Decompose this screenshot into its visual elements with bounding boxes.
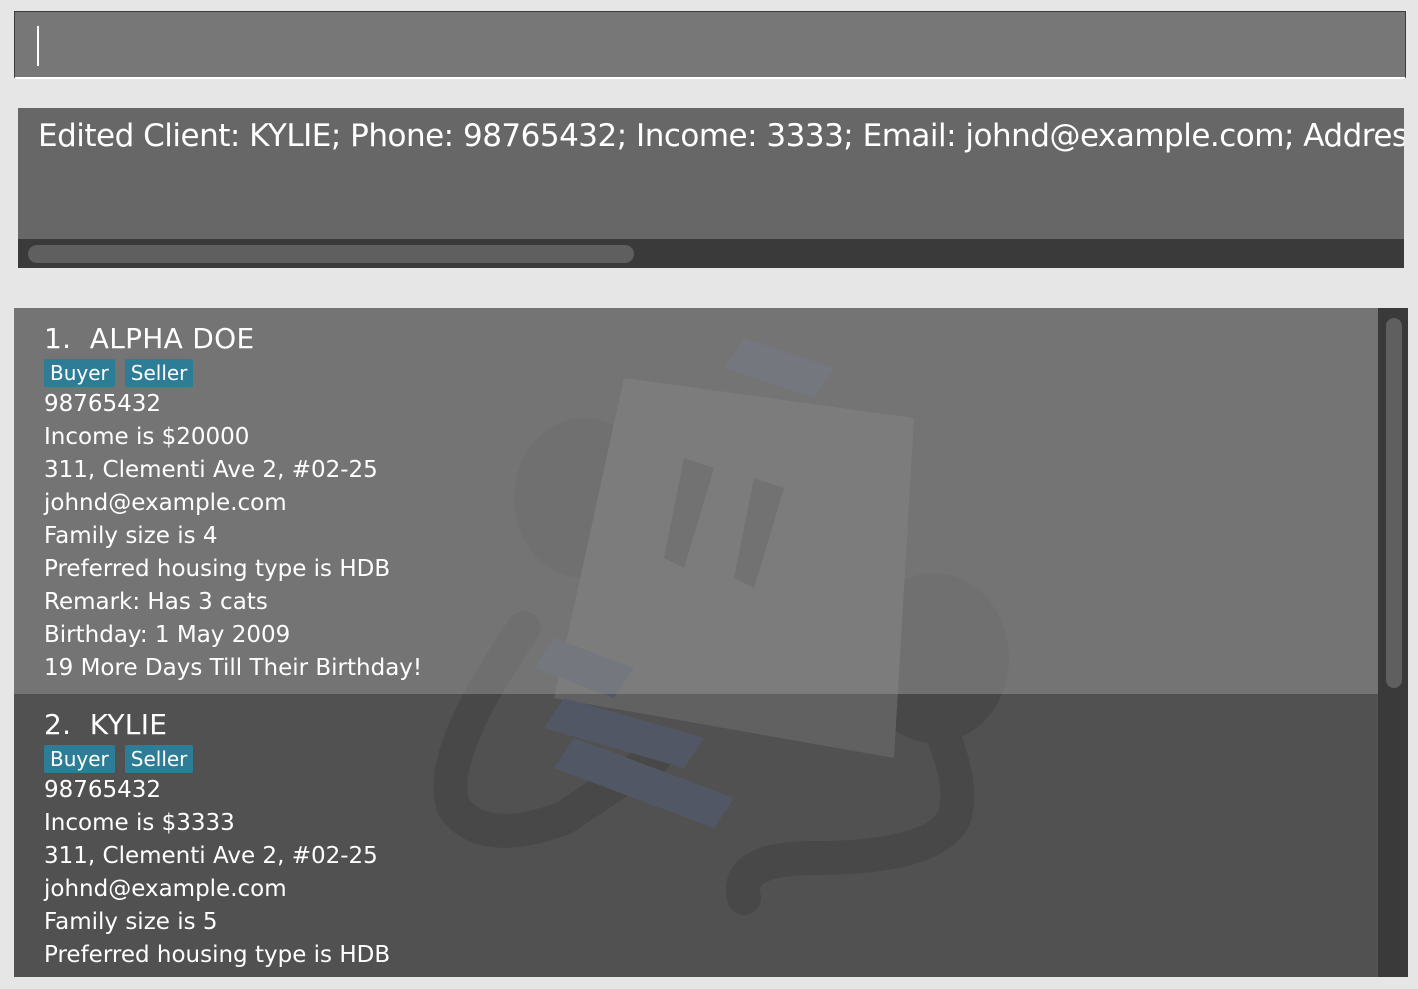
client-income: Income is $20000	[44, 424, 250, 450]
client-phone: 98765432	[44, 777, 162, 803]
tag-buyer: Buyer	[44, 745, 115, 773]
client-birthday: Birthday: 1 May 2009	[44, 622, 291, 648]
client-name: 2. KYLIE	[44, 708, 1378, 744]
vertical-scroll-thumb[interactable]	[1386, 318, 1402, 688]
client-address: 311, Clementi Ave 2, #02-25	[44, 457, 378, 483]
tag-buyer: Buyer	[44, 359, 115, 387]
client-name-text: ALPHA DOE	[89, 322, 255, 355]
text-caret	[37, 26, 39, 66]
result-display: Edited Client: KYLIE; Phone: 98765432; I…	[18, 108, 1404, 268]
client-card[interactable]: 2. KYLIE Buyer Seller 98765432 Income is…	[14, 694, 1378, 977]
client-email: johnd@example.com	[44, 876, 287, 902]
client-email: johnd@example.com	[44, 490, 287, 516]
client-family-size: Family size is 5	[44, 909, 218, 935]
client-index: 2.	[44, 708, 72, 741]
client-index: 1.	[44, 322, 72, 355]
tag-list: Buyer Seller	[44, 358, 1378, 388]
horizontal-scroll-thumb[interactable]	[28, 245, 634, 263]
client-address: 311, Clementi Ave 2, #02-25	[44, 843, 378, 869]
tag-seller: Seller	[124, 359, 194, 387]
horizontal-scrollbar[interactable]	[18, 239, 1404, 268]
client-family-size: Family size is 4	[44, 523, 218, 549]
client-birthday-countdown: 19 More Days Till Their Birthday!	[44, 655, 423, 681]
client-card[interactable]: 1. ALPHA DOE Buyer Seller 98765432 Incom…	[14, 308, 1378, 694]
client-housing: Preferred housing type is HDB	[44, 556, 391, 582]
client-list-panel: 1. ALPHA DOE Buyer Seller 98765432 Incom…	[14, 308, 1408, 977]
tag-seller: Seller	[124, 745, 194, 773]
command-input[interactable]	[14, 11, 1406, 79]
result-message: Edited Client: KYLIE; Phone: 98765432; I…	[38, 118, 1404, 154]
client-housing: Preferred housing type is HDB	[44, 942, 391, 968]
client-remark: Remark: Has 3 cats	[44, 589, 268, 615]
client-phone: 98765432	[44, 391, 162, 417]
tag-list: Buyer Seller	[44, 744, 1378, 774]
client-income: Income is $3333	[44, 810, 235, 836]
vertical-scrollbar[interactable]	[1378, 308, 1408, 977]
client-name: 1. ALPHA DOE	[44, 322, 1378, 358]
client-name-text: KYLIE	[89, 708, 168, 741]
